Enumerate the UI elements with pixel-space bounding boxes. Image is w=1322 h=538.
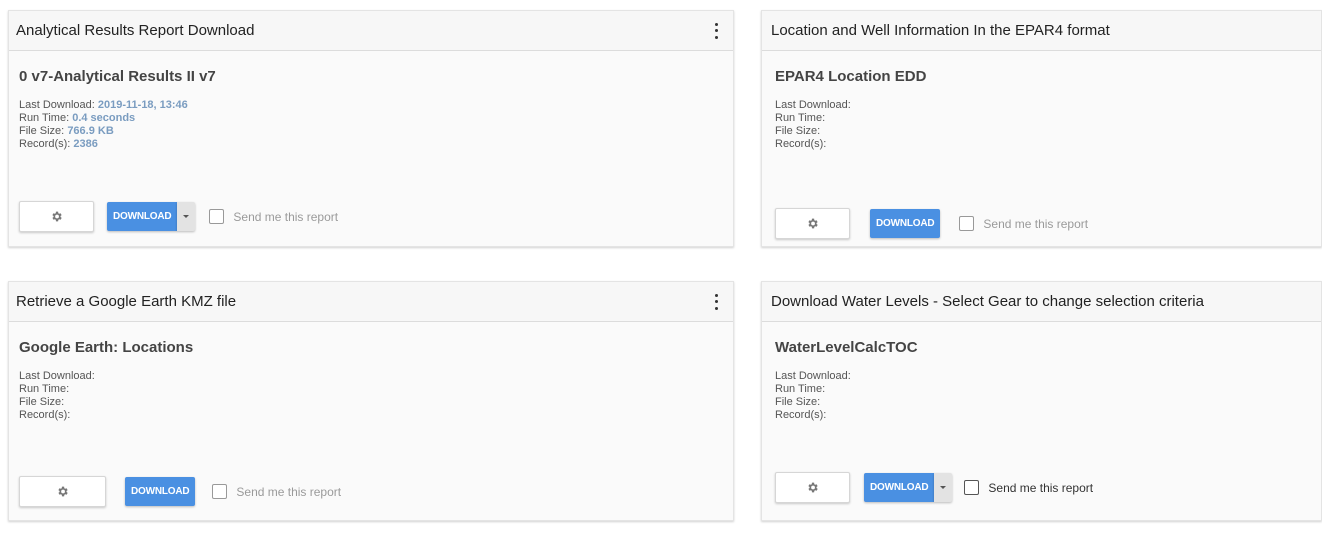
checkbox-unchecked-icon[interactable] [959, 216, 975, 231]
download-button[interactable]: DOWNLOAD [864, 473, 935, 502]
report-meta: Last Download: Run Time: File Size: Reco… [775, 370, 1311, 422]
records-value: 2386 [73, 138, 98, 150]
report-name: Google Earth: Locations [19, 339, 194, 356]
records-label: Record(s): [19, 409, 71, 421]
download-button-group: DOWNLOAD [864, 473, 953, 502]
file-size-label: File Size: [775, 396, 821, 408]
records-label: Record(s): [775, 409, 827, 421]
send-report-checkbox[interactable]: Send me this report [212, 484, 341, 499]
download-button-group: DOWNLOAD [870, 209, 941, 238]
settings-button[interactable] [19, 201, 94, 232]
report-card-analytical-results: Analytical Results Report Download 0 v7-… [8, 10, 734, 247]
report-card-water-levels: Download Water Levels - Select Gear to c… [761, 281, 1322, 521]
caret-down-icon[interactable] [177, 202, 196, 231]
last-download-label: Last Download: [19, 370, 95, 382]
file-size-label: File Size: [775, 125, 821, 137]
run-time-label: Run Time: [775, 112, 826, 124]
last-download-value: 2019-11-18, 13:46 [97, 99, 188, 111]
report-meta: Last Download: Run Time: File Size: Reco… [775, 99, 1311, 151]
checkbox-unchecked-icon[interactable] [212, 484, 228, 499]
file-size-label: File Size: [19, 125, 65, 137]
settings-button[interactable] [775, 208, 850, 239]
card-title: Location and Well Information In the EPA… [771, 22, 1110, 39]
run-time-label: Run Time: [19, 112, 70, 124]
card-header: Download Water Levels - Select Gear to c… [762, 282, 1321, 322]
settings-button[interactable] [19, 476, 106, 507]
records-label: Record(s): [19, 138, 71, 150]
send-report-checkbox[interactable]: Send me this report [959, 216, 1088, 231]
caret-down-icon[interactable] [934, 473, 953, 502]
report-name: 0 v7-Analytical Results II v7 [19, 68, 216, 85]
run-time-label: Run Time: [775, 383, 826, 395]
send-report-label: Send me this report [983, 216, 1089, 231]
card-title: Analytical Results Report Download [16, 22, 255, 39]
card-title: Retrieve a Google Earth KMZ file [16, 293, 237, 310]
card-title: Download Water Levels - Select Gear to c… [771, 293, 1204, 310]
download-button-group: DOWNLOAD [125, 477, 196, 506]
report-card-epar4-location: Location and Well Information In the EPA… [761, 10, 1322, 247]
send-report-checkbox[interactable]: Send me this report [209, 209, 338, 224]
send-report-label: Send me this report [236, 484, 342, 499]
report-actions: DOWNLOAD Send me this report [19, 476, 341, 507]
download-button[interactable]: DOWNLOAD [125, 477, 196, 506]
report-card-google-earth: Retrieve a Google Earth KMZ file Google … [8, 281, 734, 521]
download-button[interactable]: DOWNLOAD [107, 202, 178, 231]
report-meta: Last Download: Run Time: File Size: Reco… [19, 370, 723, 422]
checkbox-unchecked-icon[interactable] [964, 480, 980, 495]
download-button-group: DOWNLOAD [107, 202, 196, 231]
run-time-value: 0.4 seconds [72, 112, 136, 124]
last-download-label: Last Download: [775, 370, 851, 382]
card-header: Location and Well Information In the EPA… [762, 11, 1321, 51]
card-header: Retrieve a Google Earth KMZ file [9, 282, 733, 322]
records-label: Record(s): [775, 138, 827, 150]
gear-icon [808, 218, 818, 229]
last-download-label: Last Download: [19, 99, 95, 111]
checkbox-unchecked-icon[interactable] [209, 209, 225, 224]
report-name: EPAR4 Location EDD [775, 68, 927, 85]
run-time-label: Run Time: [19, 383, 70, 395]
send-report-label: Send me this report [233, 209, 339, 224]
report-name: WaterLevelCalcTOC [775, 339, 918, 356]
file-size-label: File Size: [19, 396, 65, 408]
report-actions: DOWNLOAD Send me this report [775, 472, 1093, 503]
gear-icon [52, 211, 62, 222]
report-actions: DOWNLOAD Send me this report [19, 201, 338, 232]
card-header: Analytical Results Report Download [9, 11, 733, 51]
more-vertical-icon[interactable] [709, 293, 723, 311]
file-size-value: 766.9 KB [67, 125, 114, 137]
gear-icon [58, 486, 68, 497]
more-vertical-icon[interactable] [709, 22, 723, 40]
settings-button[interactable] [775, 472, 850, 503]
send-report-checkbox[interactable]: Send me this report [964, 480, 1093, 495]
gear-icon [808, 482, 818, 493]
download-button[interactable]: DOWNLOAD [870, 209, 941, 238]
last-download-label: Last Download: [775, 99, 851, 111]
report-actions: DOWNLOAD Send me this report [775, 208, 1088, 239]
report-meta: Last Download: 2019-11-18, 13:46 Run Tim… [19, 99, 723, 151]
send-report-label: Send me this report [988, 480, 1094, 495]
